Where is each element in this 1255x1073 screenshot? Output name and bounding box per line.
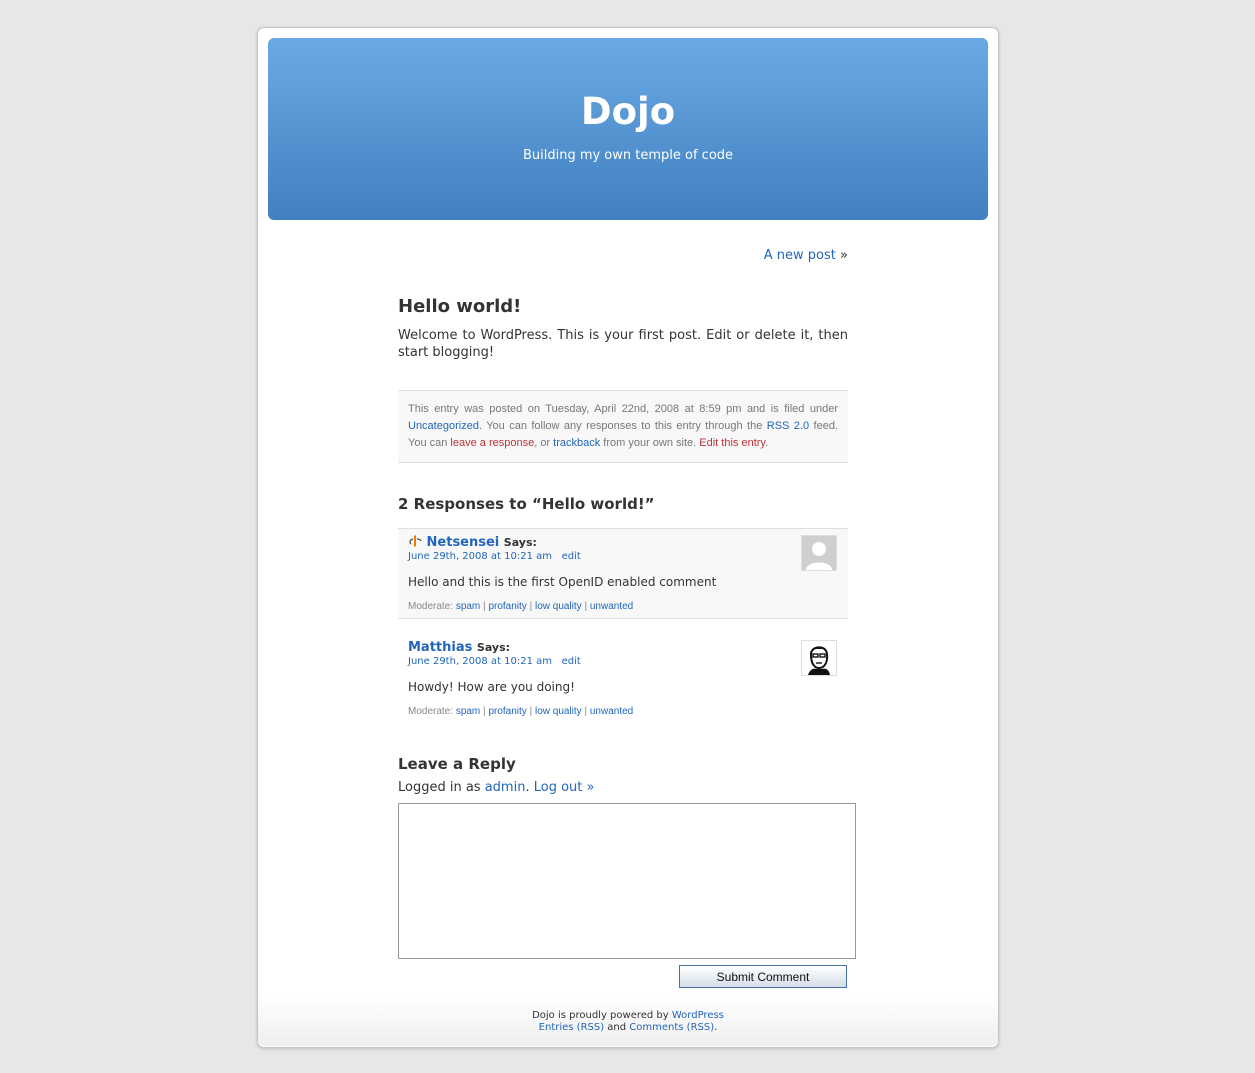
admin-user-link[interactable]: admin [485, 780, 526, 795]
footer-powered-line: Dojo is proudly powered by WordPress [258, 998, 998, 1022]
moderate-spam-link[interactable]: spam [456, 601, 480, 612]
page-footer: Dojo is proudly powered by WordPress Ent… [258, 998, 998, 1046]
footer-feeds-line: Entries (RSS) and Comments (RSS). [258, 1022, 998, 1034]
user-photo-avatar-icon [801, 640, 837, 676]
comment-author-link[interactable]: Netsensei [427, 535, 500, 550]
comment-date-link[interactable]: June 29th, 2008 at 10:21 am [408, 551, 552, 562]
post-body: Welcome to WordPress. This is your first… [398, 328, 848, 360]
submit-comment-button[interactable]: Submit Comment [679, 965, 847, 988]
comment-author: Matthias Says: [408, 640, 510, 656]
comment-date-link[interactable]: June 29th, 2008 at 10:21 am [408, 656, 552, 667]
comment-edit-link[interactable]: edit [562, 656, 581, 667]
moderate-spam-link[interactable]: spam [456, 706, 480, 717]
separator: | [483, 601, 486, 612]
meta-text: . [765, 437, 769, 449]
entries-rss-link[interactable]: Entries (RSS) [539, 1022, 604, 1033]
comment-textarea[interactable] [398, 803, 856, 959]
moderate-label: Moderate: [408, 706, 454, 717]
separator: | [529, 601, 533, 612]
says-label: Says: [503, 536, 537, 549]
blog-description: Building my own temple of code [522, 148, 734, 163]
comment-author-link[interactable]: Matthias [408, 640, 472, 655]
meta-text: , or [534, 437, 554, 449]
openid-icon [408, 535, 422, 547]
moderate-links: Moderate: spam | profanity | low quality… [408, 706, 633, 718]
comment-edit-link[interactable]: edit [562, 551, 581, 562]
comment-text: Howdy! How are you doing! [408, 680, 575, 694]
blog-title[interactable]: Dojo [268, 88, 988, 136]
separator: | [529, 706, 533, 717]
moderate-label: Moderate: [408, 601, 454, 612]
moderate-unwanted-link[interactable]: unwanted [590, 601, 633, 612]
separator: | [584, 706, 588, 717]
moderate-profanity-link[interactable]: profanity [488, 601, 526, 612]
logged-in-info: Logged in as admin. Log out » [398, 779, 594, 796]
and-text: and [604, 1022, 630, 1033]
comments-rss-link[interactable]: Comments (RSS) [629, 1022, 714, 1033]
responses-heading: 2 Responses to “Hello world!” [398, 495, 655, 513]
logged-in-text: Logged in as [398, 780, 485, 795]
comment-author: Netsensei Says: [408, 535, 537, 551]
separator: | [483, 706, 486, 717]
comment-text: Hello and this is the first OpenID enabl… [408, 575, 717, 589]
comment-item: Matthias Says: June 29th, 2008 at 10:21 … [398, 634, 848, 724]
moderate-unwanted-link[interactable]: unwanted [590, 706, 633, 717]
blog-header: Dojo Building my own temple of code [268, 38, 988, 220]
reply-heading: Leave a Reply [398, 755, 516, 773]
post-metadata: This entry was posted on Tuesday, April … [398, 390, 848, 463]
moderate-low-quality-link[interactable]: low quality [535, 706, 582, 717]
edit-entry-link[interactable]: Edit this entry [699, 437, 765, 449]
says-label: Says: [476, 641, 511, 654]
next-post-link[interactable]: A new post [764, 248, 836, 263]
logout-link[interactable]: Log out » [534, 780, 595, 795]
moderate-profanity-link[interactable]: profanity [488, 706, 526, 717]
moderate-links: Moderate: spam | profanity | low quality… [408, 601, 633, 613]
category-link[interactable]: Uncategorized [408, 420, 479, 432]
leave-response-link[interactable]: leave a response [450, 437, 534, 449]
trackback-link[interactable]: trackback [553, 437, 600, 449]
wordpress-link[interactable]: WordPress [672, 1010, 724, 1021]
separator: | [584, 601, 588, 612]
page-container: Dojo Building my own temple of code A ne… [257, 27, 999, 1048]
meta-text: . You can follow any responses to this e… [478, 420, 767, 432]
meta-text: from your own site. [600, 437, 700, 449]
period-text: . [714, 1022, 718, 1033]
rss-link[interactable]: RSS 2.0 [767, 420, 809, 432]
default-avatar-icon [801, 535, 837, 571]
next-post-nav: A new post » [764, 248, 848, 264]
comment-item: Netsensei Says: June 29th, 2008 at 10:21… [398, 528, 848, 619]
meta-text: This entry was posted on Tuesday, April … [408, 403, 838, 415]
comment-meta: June 29th, 2008 at 10:21 am edit [408, 656, 581, 668]
next-arrow: » [840, 248, 848, 263]
period-text: . [525, 780, 530, 795]
post-title[interactable]: Hello world! [398, 296, 521, 318]
moderate-low-quality-link[interactable]: low quality [535, 601, 582, 612]
powered-text: Dojo is proudly powered by [532, 1010, 672, 1021]
comment-meta: June 29th, 2008 at 10:21 am edit [408, 551, 581, 563]
